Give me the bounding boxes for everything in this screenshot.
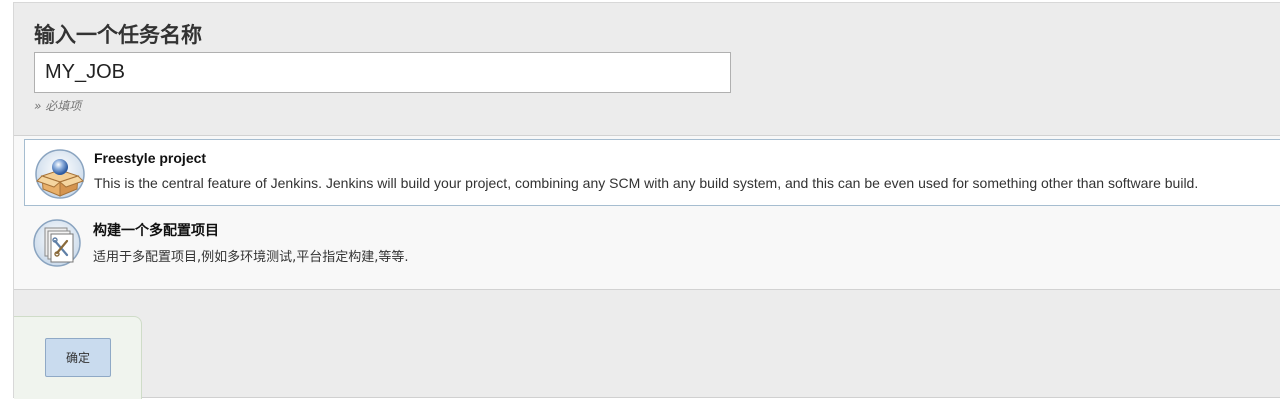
job-type-title: Freestyle project	[94, 150, 207, 166]
job-type-description: This is the central feature of Jenkins. …	[94, 175, 1199, 191]
job-name-section: 输入一个任务名称 » 必填项	[14, 3, 1280, 135]
multi-config-project-icon	[33, 217, 85, 269]
job-type-multi-config[interactable]: 构建一个多配置项目 适用于多配置项目,例如多环境测试,平台指定构建,等等.	[24, 208, 1280, 275]
bottom-sticker: 确定	[14, 316, 142, 399]
page-title: 输入一个任务名称	[34, 23, 202, 47]
job-type-title: 构建一个多配置项目	[93, 223, 219, 239]
freestyle-project-icon	[34, 148, 86, 200]
job-type-description: 适用于多配置项目,例如多环境测试,平台指定构建,等等.	[93, 250, 409, 265]
job-name-input[interactable]	[34, 52, 731, 93]
new-job-page: 输入一个任务名称 » 必填项	[13, 2, 1280, 399]
required-hint: » 必填项	[34, 99, 82, 113]
job-type-freestyle[interactable]: Freestyle project This is the central fe…	[24, 139, 1280, 206]
job-type-list: Freestyle project This is the central fe…	[14, 135, 1280, 290]
ok-button[interactable]: 确定	[45, 338, 111, 377]
